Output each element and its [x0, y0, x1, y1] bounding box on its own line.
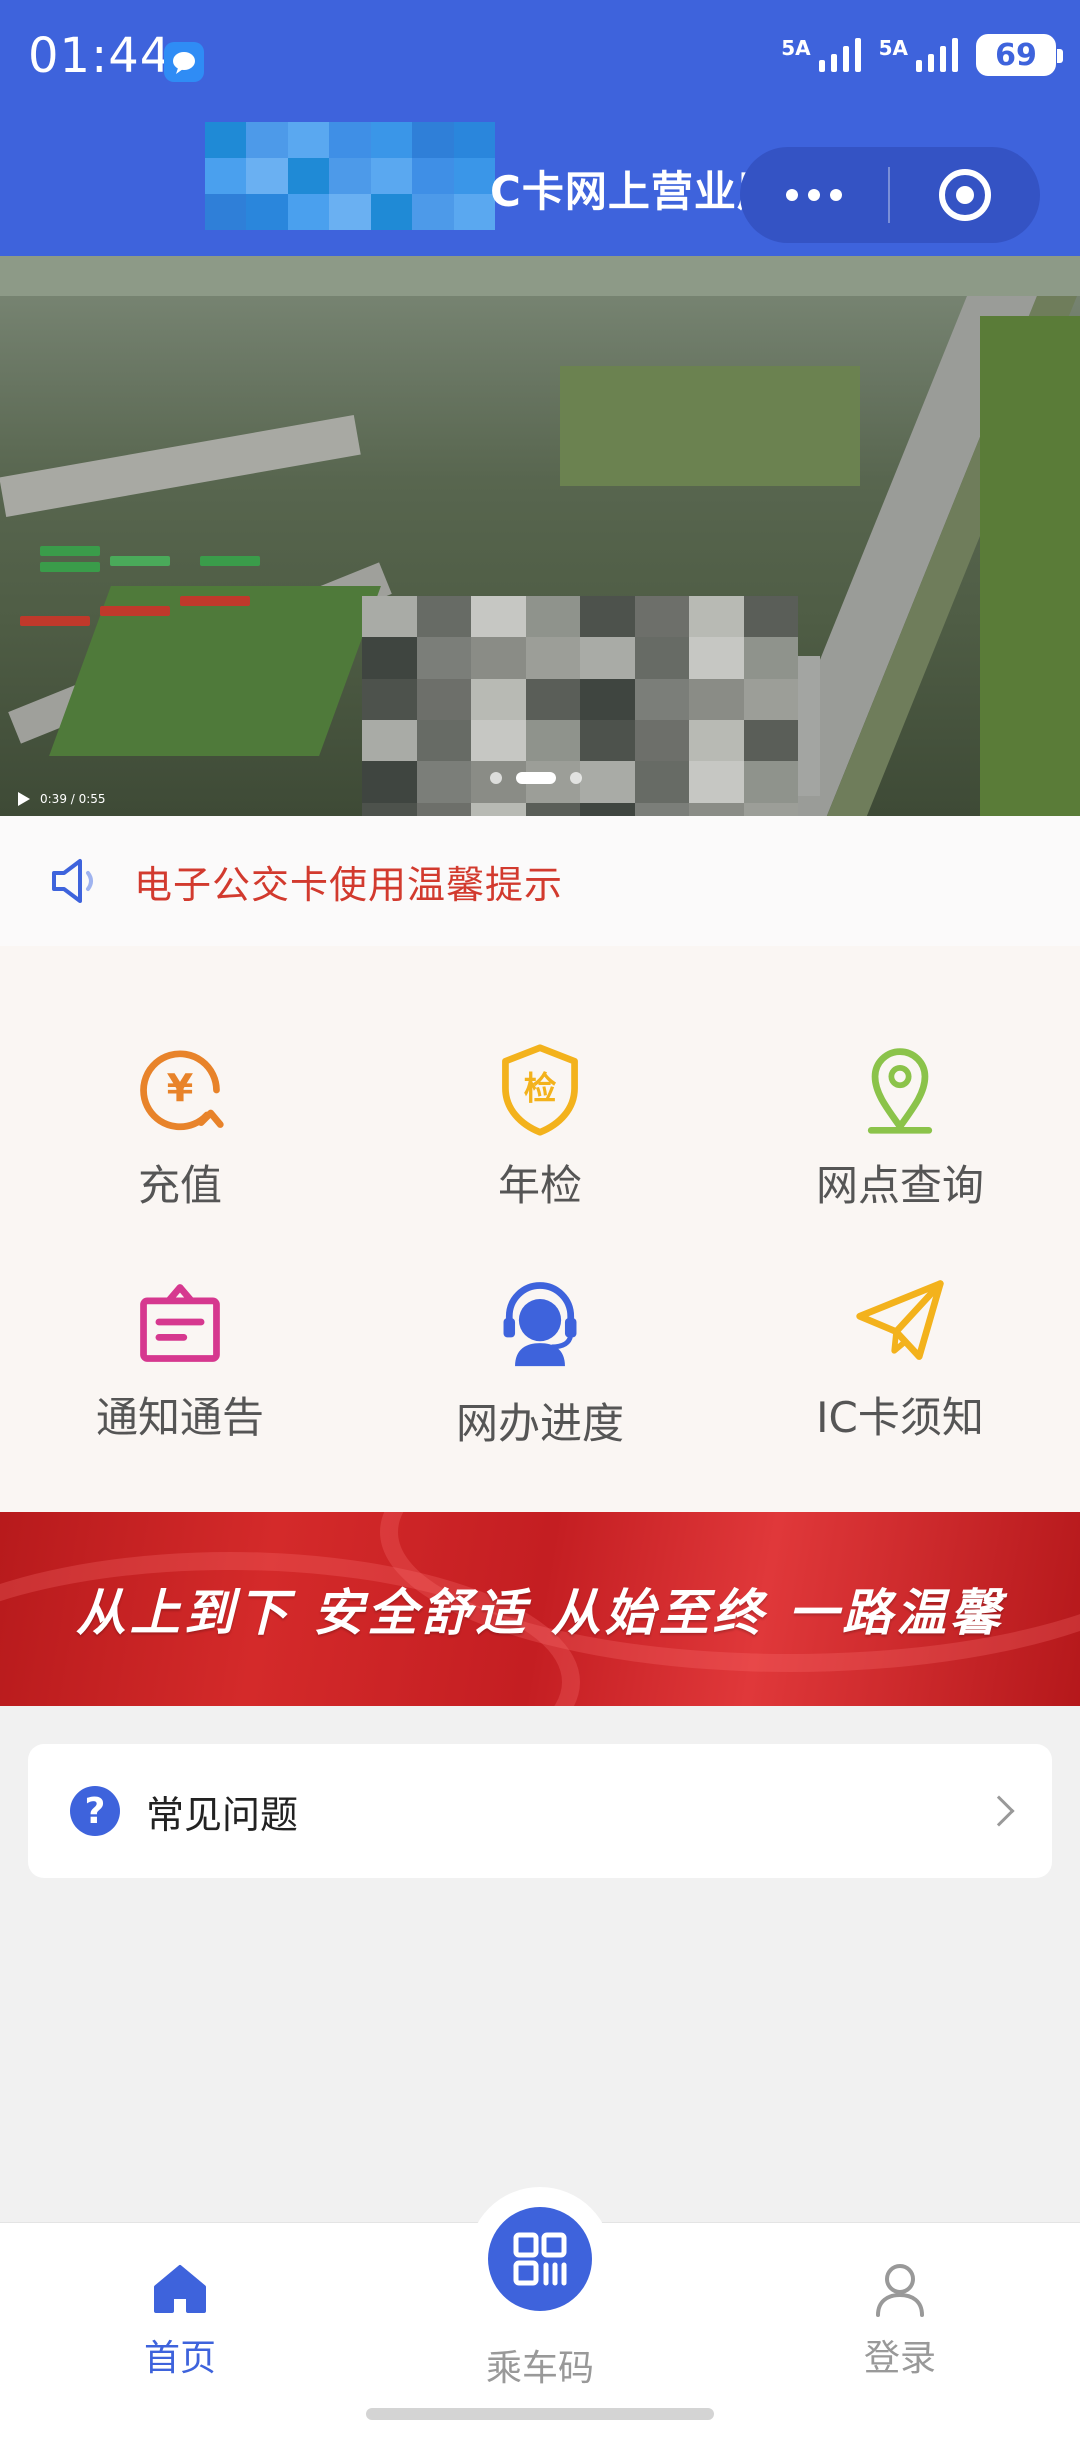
home-indicator: [366, 2408, 714, 2420]
carousel-dot-active[interactable]: [516, 772, 556, 784]
user-icon: [876, 2264, 924, 2317]
close-target-button[interactable]: [890, 169, 1040, 221]
pixelated-title-logo: [205, 122, 495, 230]
page-title: C卡网上营业厅: [490, 167, 780, 216]
svg-text:¥: ¥: [167, 1067, 194, 1112]
slogan-text: 从上到下 安全舒适 从始至终 一路温馨: [75, 1584, 1005, 1642]
service-grid: ¥ 充值 检 年检 网点查询 通知通告 网办进度 IC卡须知: [0, 946, 1080, 1512]
notice-text: 电子公交卡使用温馨提示: [134, 862, 564, 907]
service-label: 网点查询: [815, 1161, 984, 1210]
home-icon: [154, 2265, 206, 2313]
top-bar: 01:44 5A 5A 69 C卡网上营业厅: [0, 0, 1080, 256]
paper-plane-icon: [850, 1272, 950, 1372]
mini-program-capsule: [740, 147, 1040, 243]
location-pin-icon: [850, 1040, 950, 1140]
slogan-banner[interactable]: 从上到下 安全舒适 从始至终 一路温馨: [0, 1512, 1080, 1706]
nav-ride-code[interactable]: 乘车码: [440, 2329, 640, 2391]
nav-login-label: 登录: [863, 2338, 936, 2379]
service-label: 网办进度: [455, 1399, 624, 1448]
service-label: IC卡须知: [816, 1393, 984, 1442]
nav-home-label: 首页: [143, 2338, 216, 2379]
service-progress[interactable]: 网办进度: [360, 1272, 720, 1451]
message-notification-icon: [164, 42, 204, 82]
notice-board-icon: [130, 1272, 230, 1372]
target-icon: [939, 169, 991, 221]
faq-entry[interactable]: ? 常见问题: [28, 1744, 1052, 1878]
signal-strength-icon: 5A: [879, 38, 958, 72]
inspection-shield-icon: 检: [490, 1040, 590, 1140]
service-branch-query[interactable]: 网点查询: [720, 1040, 1080, 1213]
service-label: 年检: [497, 1161, 582, 1210]
service-inspection[interactable]: 检 年检: [360, 1040, 720, 1213]
more-dots-icon[interactable]: [740, 189, 888, 201]
video-time-label: 0:39 / 0:55: [40, 792, 106, 806]
service-ic-card-notes[interactable]: IC卡须知: [720, 1272, 1080, 1445]
yuan-recharge-icon: ¥: [130, 1040, 230, 1140]
nav-ride-code-button[interactable]: [468, 2187, 612, 2331]
status-time: 01:44: [28, 28, 172, 84]
service-recharge[interactable]: ¥ 充值: [0, 1040, 360, 1213]
speaker-icon: [52, 859, 93, 903]
status-indicators: 5A 5A 69: [781, 34, 1063, 76]
nav-home[interactable]: 首页: [80, 2259, 280, 2381]
service-label: 通知通告: [95, 1393, 264, 1442]
chevron-right-icon: [983, 1795, 1015, 1827]
video-progress: 0:39 / 0:55: [18, 792, 106, 806]
nav-login[interactable]: 登录: [800, 2259, 1000, 2381]
signal-1-label: 5A: [781, 36, 811, 60]
carousel-dot[interactable]: [570, 772, 582, 784]
qr-code-icon: [488, 2207, 592, 2311]
nav-ride-code-label: 乘车码: [485, 2348, 594, 2389]
signal-2-label: 5A: [878, 36, 908, 60]
battery-icon: 69: [976, 34, 1063, 76]
signal-strength-icon: 5A: [781, 36, 861, 72]
carousel-dot[interactable]: [490, 772, 502, 784]
svg-text:检: 检: [524, 1070, 557, 1108]
battery-level: 69: [995, 37, 1037, 73]
service-label: 充值: [137, 1161, 222, 1210]
banner-video[interactable]: 0:39 / 0:55: [0, 256, 1080, 816]
play-icon[interactable]: [18, 792, 30, 806]
faq-label: 常见问题: [146, 1792, 299, 1837]
service-notices[interactable]: 通知通告: [0, 1272, 360, 1445]
notice-bar[interactable]: 电子公交卡使用温馨提示: [0, 816, 1080, 946]
carousel-indicator: [490, 772, 582, 784]
question-icon: ?: [70, 1786, 120, 1836]
customer-service-icon: [490, 1272, 590, 1372]
